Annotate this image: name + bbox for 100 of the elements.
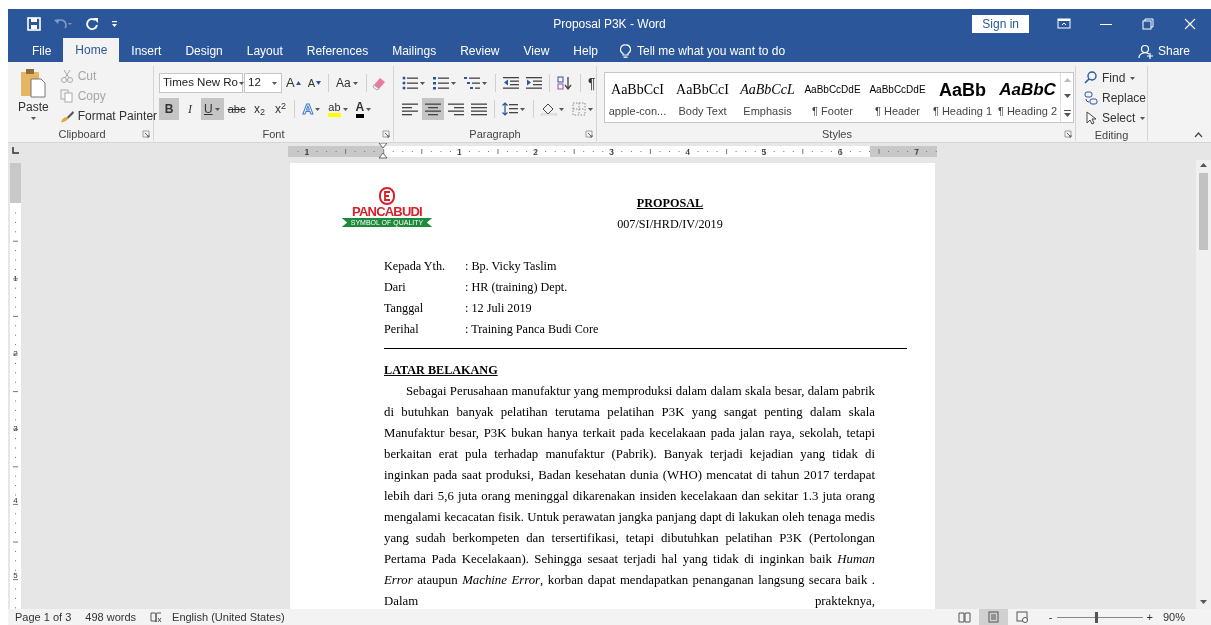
clipboard-command[interactable]: Format Painter xyxy=(56,106,161,126)
style-item[interactable]: AaBbCcL Emphasis xyxy=(735,73,800,122)
style-item[interactable]: AaBbCcDdE ¶ Header xyxy=(865,73,930,122)
indent-marker[interactable] xyxy=(378,143,388,159)
save-icon[interactable] xyxy=(27,16,41,31)
caret-icon[interactable] xyxy=(238,80,245,86)
caret-icon[interactable] xyxy=(271,80,278,86)
editing-command[interactable]: Select xyxy=(1081,108,1150,128)
caret-icon[interactable] xyxy=(213,106,221,112)
sign-in-button[interactable]: Sign in xyxy=(972,14,1029,33)
editing-command[interactable]: Replace xyxy=(1081,88,1150,108)
close-icon[interactable] xyxy=(1183,16,1197,31)
customize-icon[interactable] xyxy=(111,19,118,28)
style-item[interactable]: AaBb ¶ Heading 1 xyxy=(930,73,995,122)
ribbon-tab[interactable]: Home xyxy=(63,38,120,62)
format-button[interactable]: x$^{2}$ xyxy=(270,98,291,120)
ribbon-tab[interactable]: Design xyxy=(173,40,235,62)
lightbulb-icon xyxy=(620,43,631,59)
field-label: Kepada Yth. xyxy=(384,258,447,275)
editing-command[interactable]: Find xyxy=(1081,68,1150,88)
align-center-button[interactable] xyxy=(422,98,444,120)
caret-icon[interactable] xyxy=(450,80,457,86)
style-item[interactable]: AaBbCcI apple-con... xyxy=(605,73,670,122)
caret-icon[interactable] xyxy=(314,106,322,112)
shrink-font-button[interactable]: A xyxy=(304,72,324,94)
format-button[interactable]: B xyxy=(159,98,179,120)
format-button[interactable]: I xyxy=(180,98,200,120)
font-color-button[interactable]: A xyxy=(352,98,376,120)
style-item[interactable]: AaBbCcI Body Text xyxy=(670,73,735,122)
field-value: : Training Panca Budi Core xyxy=(465,321,599,338)
format-button[interactable]: abc xyxy=(224,98,249,120)
scissors-icon xyxy=(59,69,74,83)
caret-icon[interactable] xyxy=(587,106,594,112)
ribbon-tab[interactable]: Help xyxy=(561,40,610,62)
dialog-launcher-icon[interactable] xyxy=(585,130,593,138)
word-count[interactable]: 498 words xyxy=(85,608,137,625)
redo-icon[interactable] xyxy=(85,16,99,31)
more-icon[interactable] xyxy=(1063,109,1071,117)
scroll-up-icon[interactable] xyxy=(1200,163,1207,168)
undo-icon[interactable] xyxy=(53,16,73,31)
language-indicator[interactable]: English (United States) xyxy=(172,608,285,625)
format-button[interactable]: x$_{2}$ xyxy=(249,98,270,120)
show-formatting-button[interactable]: ¶ xyxy=(585,72,599,94)
caret-icon[interactable] xyxy=(341,106,349,112)
format-button[interactable]: U xyxy=(201,98,224,120)
document-number: 007/SI/HRD/IV/2019 xyxy=(617,217,723,231)
group-label: Editing xyxy=(1093,128,1130,142)
caret-down-icon xyxy=(316,81,321,85)
paste-button[interactable]: Paste xyxy=(16,66,51,127)
person-add-icon xyxy=(1137,43,1154,59)
dialog-launcher-icon[interactable] xyxy=(382,130,390,138)
scroll-thumb[interactable] xyxy=(1199,173,1208,250)
ribbon-tab[interactable]: Mailings xyxy=(380,40,449,62)
style-item[interactable]: AaBbCcDdE ¶ Footer xyxy=(800,73,865,122)
scroll-down-icon[interactable] xyxy=(1200,600,1207,605)
share-button[interactable]: Share xyxy=(1157,42,1190,60)
caret-icon[interactable] xyxy=(558,106,565,112)
style-item[interactable]: AaBbC ¶ Heading 2 xyxy=(995,73,1060,122)
print-view-button[interactable] xyxy=(978,609,1008,625)
caret-icon[interactable] xyxy=(351,80,359,86)
zoom-in-button[interactable]: + xyxy=(1146,608,1153,625)
paintbrush-icon xyxy=(59,109,74,123)
ribbon-tab[interactable]: Review xyxy=(448,40,512,62)
tab-stop-icon[interactable] xyxy=(11,147,19,155)
dialog-launcher-icon[interactable] xyxy=(1064,130,1072,138)
change-case-button[interactable]: Aa xyxy=(333,72,362,94)
zoom-out-button[interactable]: - xyxy=(1048,608,1053,625)
tell-me-search[interactable]: Tell me what you want to do xyxy=(637,42,786,60)
grow-font-button[interactable]: A xyxy=(283,72,304,94)
font-size-dropdown[interactable]: 12 xyxy=(244,73,282,93)
indent-icon xyxy=(526,76,542,90)
ruler-number: 4 xyxy=(13,496,18,505)
caret-icon[interactable] xyxy=(1139,115,1147,121)
ribbon-tab[interactable]: References xyxy=(294,40,381,62)
scroll-down-icon[interactable] xyxy=(1063,94,1071,99)
dialog-launcher-icon[interactable] xyxy=(142,130,150,138)
ribbon-tab[interactable]: View xyxy=(511,40,562,62)
caret-icon[interactable] xyxy=(519,106,526,112)
highlight-button[interactable]: ab xyxy=(325,98,352,120)
scrollbar[interactable] xyxy=(1196,160,1211,609)
ribbon-tab[interactable]: Layout xyxy=(234,40,295,62)
caret-icon[interactable] xyxy=(419,80,426,86)
zoom-slider-thumb[interactable] xyxy=(1095,611,1099,623)
collapse-ribbon-icon[interactable] xyxy=(1194,132,1203,138)
caret-icon[interactable] xyxy=(1129,75,1137,81)
caret-icon[interactable] xyxy=(365,106,373,112)
proofing-icon[interactable] xyxy=(150,611,163,623)
caret-icon[interactable] xyxy=(481,80,488,86)
page-count[interactable]: Page 1 of 3 xyxy=(15,608,72,625)
restore-icon[interactable] xyxy=(1141,16,1155,31)
ribbon-tab[interactable]: File xyxy=(20,40,64,62)
zoom-level[interactable]: 90% xyxy=(1162,608,1185,625)
group-label: Font xyxy=(261,127,286,141)
caret-icon[interactable] xyxy=(29,116,37,121)
field-value: : Bp. Vicky Taslim xyxy=(465,258,557,275)
field-label: Dari xyxy=(384,279,407,296)
ribbon-display-icon[interactable] xyxy=(1057,16,1071,31)
font-name-dropdown[interactable]: Times New Ro xyxy=(159,73,243,93)
ruler-number: 5 xyxy=(13,571,18,580)
ribbon-tab[interactable]: Insert xyxy=(119,40,174,62)
